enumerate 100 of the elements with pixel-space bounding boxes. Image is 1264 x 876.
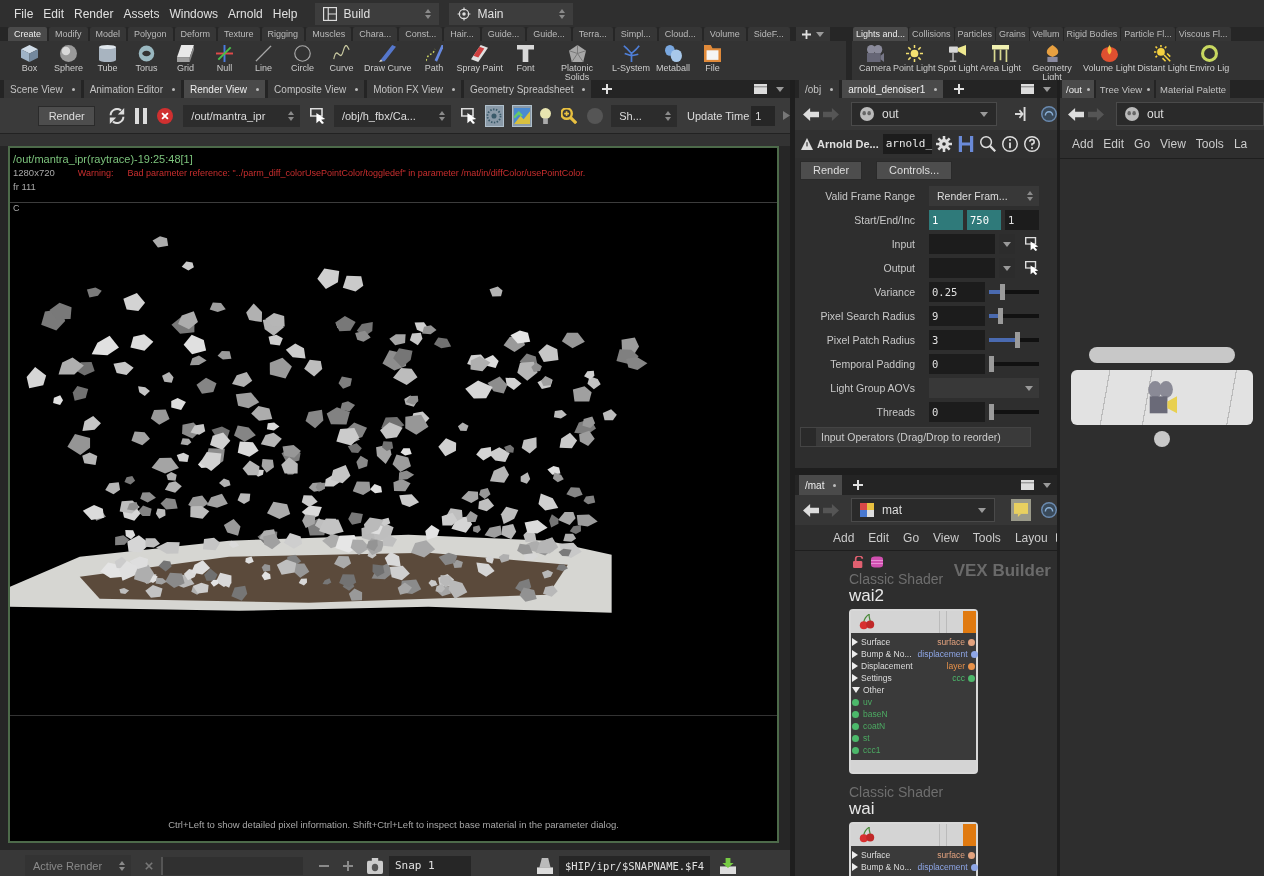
shelf-tool[interactable]: Camera [858, 45, 892, 73]
pane-tab[interactable]: Render View [184, 80, 266, 98]
network-path-dropdown[interactable]: mat [851, 498, 996, 522]
gear-icon[interactable] [935, 136, 952, 152]
menu-item[interactable]: View [1160, 137, 1186, 151]
update-time-field[interactable]: 1 [751, 105, 775, 126]
shelf-tab[interactable]: SideF... [747, 27, 790, 41]
tab-close-icon[interactable] [355, 87, 359, 91]
snapshot-slider-track[interactable] [161, 856, 303, 875]
expanded-triangle-icon[interactable] [852, 687, 860, 693]
shelf-tab[interactable]: Muscles [306, 27, 352, 41]
shelf-tab[interactable]: Collisions [909, 27, 954, 41]
toggle-button[interactable] [484, 104, 505, 127]
number-field[interactable]: 1 [929, 210, 963, 230]
shelf-tab[interactable]: Chara... [353, 27, 398, 41]
menu-item[interactable]: Tools [1195, 137, 1224, 151]
number-field[interactable]: 0 [929, 402, 985, 422]
menu-dropdown[interactable]: Render Fram... [929, 186, 1039, 206]
menu-item[interactable]: Edit [868, 530, 890, 545]
collapsed-triangle-icon[interactable] [852, 650, 858, 658]
menu-item[interactable]: Go [903, 530, 920, 545]
shelf-tab[interactable]: Rigging [261, 27, 305, 41]
desktop-dropdown[interactable]: Build [315, 2, 440, 25]
slider-handle[interactable] [1015, 332, 1021, 348]
menu-item[interactable]: View [933, 530, 959, 545]
menu-item[interactable]: Layou [1014, 530, 1048, 545]
tab-close-icon[interactable] [71, 87, 75, 91]
number-field[interactable]: 9 [929, 306, 985, 326]
pause-icon[interactable] [135, 107, 148, 124]
shelf-tab[interactable]: Model [89, 27, 127, 41]
collapsed-triangle-icon[interactable] [852, 863, 858, 871]
shelf-tool[interactable]: Null [205, 45, 244, 73]
shelf-tool[interactable]: Path [414, 45, 454, 73]
shelf-tool[interactable]: Sphere [49, 45, 88, 73]
plus-icon[interactable] [954, 84, 965, 94]
shelf-tool[interactable]: Distant Light [1136, 45, 1189, 73]
help-icon[interactable] [1023, 136, 1040, 152]
shelf-tool[interactable]: Area Light [979, 45, 1023, 73]
number-field[interactable]: 0 [929, 354, 985, 374]
down-caret-icon[interactable] [1043, 482, 1051, 488]
shelf-tab[interactable]: Volume [703, 27, 746, 41]
shelf-tool[interactable]: Curve [322, 45, 361, 73]
pane-tab[interactable]: Material Palette [1156, 80, 1231, 98]
shelf-tab[interactable]: Polygon [128, 27, 173, 41]
render-node-dropdown[interactable]: /out/mantra_ipr [183, 104, 300, 127]
menu-item[interactable]: Arnold [228, 6, 263, 21]
snapshot-path-field[interactable]: $HIP/ipr/$SNAPNAME.$F4 [559, 855, 711, 876]
database-icon[interactable] [871, 556, 883, 568]
output-port-icon[interactable] [968, 851, 975, 859]
shelf-tab[interactable]: Particles [954, 27, 996, 41]
menu-item[interactable]: La [1233, 137, 1248, 151]
shelf-tab[interactable]: Texture [218, 27, 260, 41]
tray-icon[interactable] [537, 857, 553, 874]
minus-icon[interactable] [319, 864, 329, 867]
collapsed-triangle-icon[interactable] [852, 674, 858, 682]
menu-item[interactable]: Tools [972, 530, 1001, 545]
add-shelf-button[interactable] [795, 27, 830, 41]
menu-item[interactable]: Render [74, 6, 114, 21]
h-logo-icon[interactable] [957, 136, 974, 152]
pane-tab[interactable]: Scene View [4, 80, 81, 98]
tab-close-icon[interactable] [830, 87, 834, 91]
shelf-tool[interactable]: Line [244, 45, 283, 73]
tab-close-icon[interactable] [1086, 87, 1090, 91]
node-name-field[interactable]: arnold_ [882, 134, 932, 154]
pane-tab[interactable]: Composite View [268, 80, 365, 98]
pane-tab[interactable]: /obj [799, 80, 840, 98]
menu-item[interactable]: Edit [1103, 137, 1125, 151]
parameter-button[interactable]: Controls... [876, 160, 953, 180]
shader-node[interactable]: Surface surface Bump & No... displacement [849, 822, 978, 876]
network-path-dropdown[interactable]: out [851, 102, 997, 126]
back-arrow-icon[interactable] [803, 107, 819, 121]
pane-tab[interactable]: arnold_denoiser1 [842, 80, 944, 98]
number-field[interactable]: 3 [929, 330, 985, 350]
pick-cursor-icon[interactable] [460, 107, 477, 124]
output-port-icon[interactable] [970, 863, 978, 871]
shelf-tab[interactable]: Create [8, 27, 47, 41]
pick-cursor-icon[interactable] [1025, 261, 1039, 275]
tab-close-icon[interactable] [833, 483, 837, 487]
shelf-tab[interactable]: Guide... [527, 27, 571, 41]
multiparm-header[interactable]: Input Operators (Drag/Drop to reorder) [800, 427, 1031, 447]
shelf-tab[interactable]: Hair... [444, 27, 480, 41]
menu-item[interactable]: Windows [169, 6, 219, 21]
tab-close-icon[interactable] [256, 87, 260, 91]
menu-item[interactable]: Help [272, 6, 298, 21]
parameter-button[interactable]: Render [800, 160, 863, 180]
display-dropdown[interactable]: Sh... [611, 104, 677, 127]
shelf-tab[interactable]: Modify [49, 27, 88, 41]
number-field[interactable]: 1 [1005, 210, 1039, 230]
shelf-tool[interactable]: Volume Light [1082, 45, 1137, 73]
shelf-tool[interactable]: Spot Light [936, 45, 980, 73]
camera-dropdown[interactable]: /obj/h_fbx/Ca... [333, 104, 451, 127]
active-render-dropdown[interactable]: Active Render [25, 854, 131, 876]
close-icon[interactable] [145, 861, 153, 870]
stop-icon[interactable] [157, 107, 174, 124]
tab-close-icon[interactable] [934, 87, 938, 91]
toggle-button[interactable] [512, 104, 533, 127]
tab-close-icon[interactable] [582, 87, 586, 91]
shelf-tool[interactable]: L-System [609, 45, 654, 73]
download-tray-icon[interactable] [720, 857, 737, 874]
output-port-icon[interactable] [970, 650, 978, 658]
